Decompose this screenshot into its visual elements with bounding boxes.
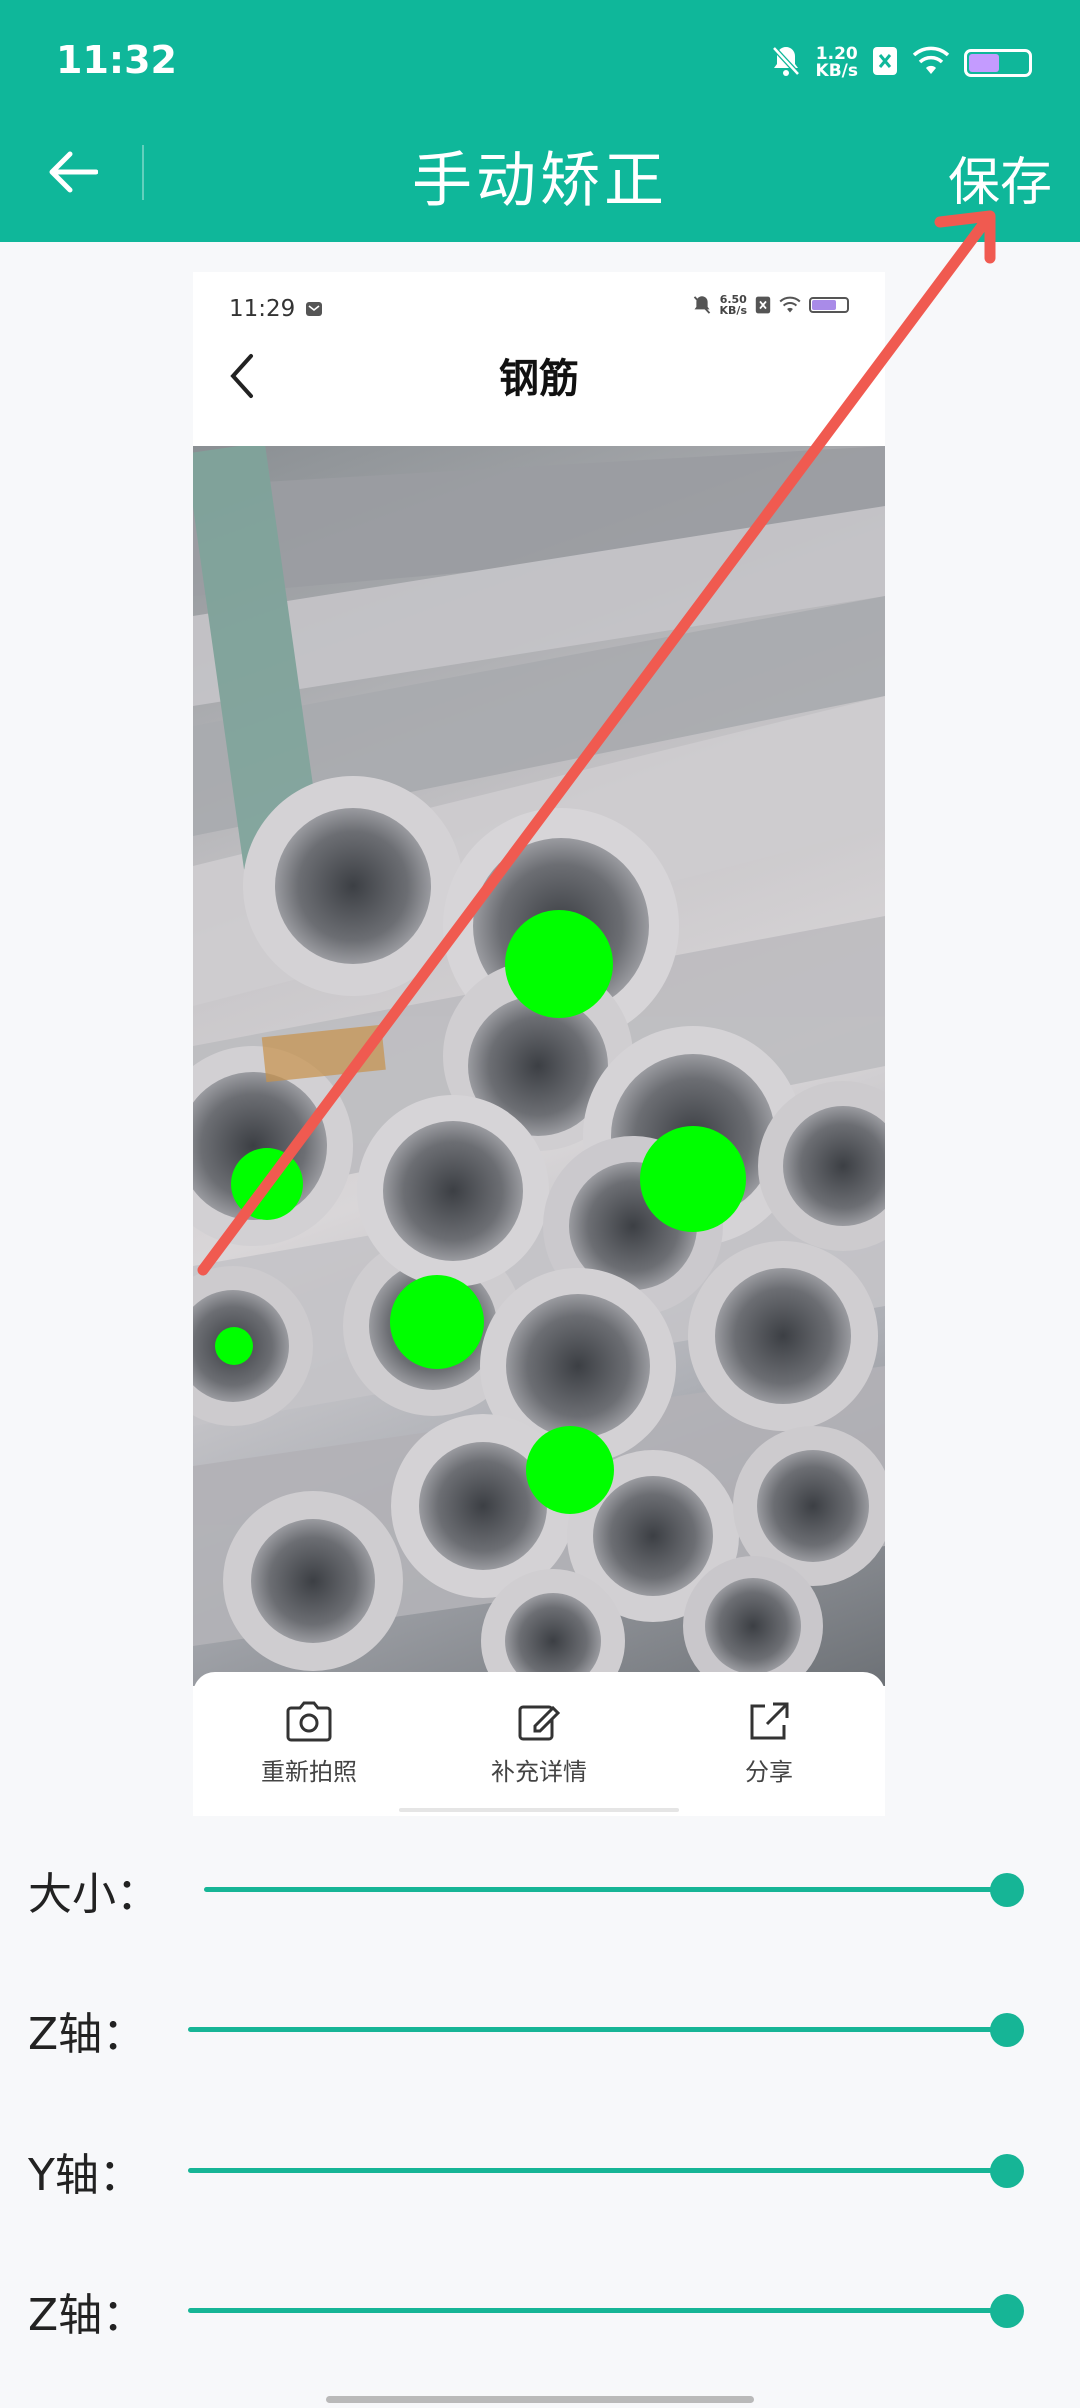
status-icons: 1.20 KB/s [770,38,1032,88]
detection-marker[interactable] [640,1126,746,1232]
pipes-photo [193,446,885,1686]
share-icon [750,1702,789,1740]
share-label: 分享 [745,1758,793,1786]
inner-status-icons: 6.50 KB/s [692,294,849,316]
camera-icon [286,1701,332,1742]
detection-marker[interactable] [231,1148,303,1220]
home-indicator [326,2396,754,2403]
bell-muted-icon [770,44,802,82]
detection-marker[interactable] [526,1426,614,1514]
z-axis-slider-row: Z轴： [0,1990,1080,2070]
z-axis-slider-track[interactable] [188,2027,1010,2032]
bell-muted-icon [693,296,710,314]
sim-x-icon [755,296,771,314]
z-axis-slider-label: Z轴： [28,2009,147,2060]
size-slider-row: 大小： [0,1850,1080,1930]
inner-status-time: 11:29 [229,296,323,322]
detection-marker[interactable] [390,1275,484,1369]
retake-photo-label: 重新拍照 [261,1758,357,1786]
size-slider-thumb[interactable] [990,1873,1024,1907]
inner-title: 钢筋 [499,356,579,402]
save-button[interactable]: 保存 [948,140,1052,215]
z-axis-slider-track-2[interactable] [188,2308,1010,2313]
detection-marker[interactable] [505,910,613,1018]
y-axis-slider-track[interactable] [188,2168,1010,2173]
inner-home-indicator [399,1808,679,1812]
edit-icon [518,1705,561,1741]
add-details-button[interactable]: 补充详情 [439,1700,639,1787]
status-time: 11:32 [56,38,177,82]
size-slider-label: 大小： [28,1869,160,1920]
net-speed: 1.20 KB/s [815,44,858,81]
message-icon [306,302,323,316]
z-axis-slider-row-2: Z轴： [0,2271,1080,2351]
y-axis-slider-thumb[interactable] [990,2154,1024,2188]
detection-marker[interactable] [215,1327,253,1365]
retake-photo-button[interactable]: 重新拍照 [209,1700,409,1787]
y-axis-slider-row: Y轴： [0,2131,1080,2211]
wifi-icon [779,296,801,313]
app-header: 11:32 1.20 KB/s 手动矫正 保存 [0,0,1080,242]
z-axis-slider-thumb-2[interactable] [990,2294,1024,2328]
y-axis-slider-label: Y轴： [28,2150,143,2201]
size-slider-track[interactable] [204,1887,1010,1892]
share-button[interactable]: 分享 [669,1700,869,1787]
add-details-label: 补充详情 [491,1758,587,1786]
sim-x-icon [872,46,898,80]
z-axis-slider-label-2: Z轴： [28,2290,147,2341]
page-title: 手动矫正 [412,146,668,216]
z-axis-slider-thumb[interactable] [990,2013,1024,2047]
inner-toolbar: 重新拍照 补充详情 分享 [193,1672,885,1816]
battery-icon [809,297,849,313]
wifi-icon [912,46,950,80]
battery-icon [964,49,1032,77]
preview-screenshot: 11:29 6.50 KB/s 钢筋 重新拍照 补充详情 分享 [193,272,885,1816]
